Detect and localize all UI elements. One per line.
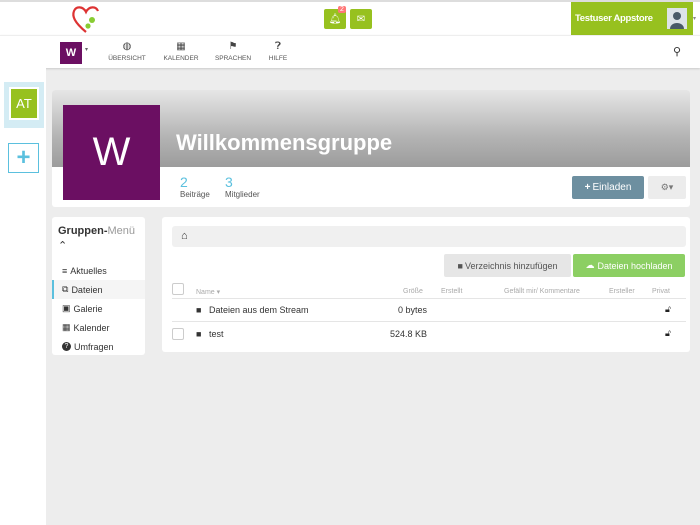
settings-dropdown[interactable]: ⚙▾ xyxy=(648,176,686,199)
upload-label: Dateien hochladen xyxy=(597,260,673,271)
unlock-icon: 🔓︎ xyxy=(665,328,671,338)
nav-label: KALENDER xyxy=(163,55,199,62)
menu-item-umfragen[interactable]: ? Umfragen xyxy=(52,337,145,356)
nav-dashboard[interactable]: ◍ ÜBERSICHT xyxy=(102,41,152,62)
column-likes: Gefällt mir/ Kommentare xyxy=(504,288,580,295)
group-title: Willkommensgruppe xyxy=(176,130,393,155)
menu-label: Aktuelles xyxy=(70,265,107,276)
column-creator: Ersteller xyxy=(609,288,635,295)
breadcrumb: ⌂ xyxy=(172,226,686,247)
calendar-icon: ▦ xyxy=(176,41,186,52)
menu-item-galerie[interactable]: ▣ Galerie xyxy=(52,299,145,318)
column-name[interactable]: Name ▾ xyxy=(196,288,220,296)
nav-label: HILFE xyxy=(268,55,288,62)
folder-icon: ■ xyxy=(196,305,202,315)
folder-icon: ■ xyxy=(457,260,463,271)
posts-count[interactable]: 2 xyxy=(180,174,188,190)
help-icon: ❓︎ xyxy=(274,41,281,52)
posts-label: Beiträge xyxy=(180,190,210,199)
file-size: 0 bytes xyxy=(397,305,427,315)
search-icon[interactable]: ⚲ xyxy=(673,45,681,58)
nav-label: ÜBERSICHT xyxy=(108,55,146,62)
space-avatar: AT xyxy=(9,87,39,120)
file-name[interactable]: Dateien aus dem Stream xyxy=(209,305,309,315)
select-all-checkbox[interactable] xyxy=(172,283,184,295)
invite-button[interactable]: + Einladen xyxy=(572,176,644,199)
image-icon: ▣ xyxy=(62,303,71,313)
question-icon: ? xyxy=(62,342,71,351)
home-icon[interactable]: ⌂ xyxy=(181,230,188,242)
add-space-button[interactable]: + xyxy=(8,143,39,173)
menu-label: Dateien xyxy=(71,284,103,295)
menu-title: Gruppen-Menü xyxy=(58,225,136,237)
main-nav: W ▾ ◍ ÜBERSICHT ▦ KALENDER ⚑ SPRACHEN ❓︎ HIL… xyxy=(0,35,700,68)
menu-item-dateien[interactable]: ⧉ Dateien xyxy=(52,280,145,299)
file-name[interactable]: test xyxy=(209,329,224,339)
top-bar: 🔔︎ 2 ✉ Testuser Appstore ▾ xyxy=(0,0,700,35)
flag-icon: ⚑ xyxy=(228,41,238,52)
collapse-icon[interactable]: ⌃ xyxy=(58,239,67,252)
members-count[interactable]: 3 xyxy=(225,174,233,190)
menu-label: Galerie xyxy=(73,303,103,314)
logo-icon[interactable] xyxy=(70,4,102,34)
nav-calendar[interactable]: ▦ KALENDER xyxy=(156,41,206,62)
dashboard-icon: ◍ xyxy=(122,41,132,52)
upload-files-button[interactable]: ☁ Dateien hochladen xyxy=(573,254,685,277)
avatar xyxy=(667,8,687,29)
row-checkbox[interactable] xyxy=(172,328,184,340)
menu-item-kalender[interactable]: ▦ Kalender xyxy=(52,318,145,337)
members-label: Mitglieder xyxy=(225,190,260,199)
column-created: Erstellt xyxy=(441,288,463,295)
user-menu[interactable]: Testuser Appstore xyxy=(571,2,693,35)
files-icon: ⧉ xyxy=(62,284,69,294)
envelope-icon: ✉ xyxy=(356,13,366,25)
menu-label: Kalender xyxy=(73,322,110,333)
table-row[interactable]: ■ test 524.8 KB 🔓︎ xyxy=(172,323,686,346)
table-row[interactable]: ■ Dateien aus dem Stream 0 bytes 🔓︎ xyxy=(172,299,686,322)
add-directory-button[interactable]: ■ Verzeichnis hinzufügen xyxy=(444,254,571,277)
bell-icon: 🔔︎ xyxy=(328,13,342,25)
calendar-icon: ▦ xyxy=(62,322,71,332)
menu-item-aktuelles[interactable]: ≡ Aktuelles xyxy=(52,261,145,280)
user-name: Testuser Appstore xyxy=(575,13,653,24)
add-directory-label: Verzeichnis hinzufügen xyxy=(464,260,558,271)
file-size: 524.8 KB xyxy=(389,329,427,339)
space-item-active[interactable]: AT xyxy=(4,82,44,128)
nav-label: SPRACHEN xyxy=(214,55,252,62)
nav-help[interactable]: ❓︎ HILFE xyxy=(253,41,303,62)
menu-label: Umfragen xyxy=(74,341,114,352)
list-icon: ≡ xyxy=(62,265,68,276)
space-chooser[interactable]: W xyxy=(60,42,82,64)
group-avatar: W xyxy=(63,105,160,200)
unlock-icon: 🔓︎ xyxy=(665,304,671,314)
invite-label: Einladen xyxy=(592,182,632,193)
column-private: Privat xyxy=(652,288,670,295)
caret-down-icon: ▾ xyxy=(85,47,89,53)
notification-badge: 2 xyxy=(338,6,346,13)
messages-button[interactable]: ✉ xyxy=(350,9,372,29)
folder-icon: ■ xyxy=(196,329,202,339)
nav-languages[interactable]: ⚑ SPRACHEN xyxy=(208,41,258,62)
cloud-upload-icon: ☁ xyxy=(585,260,595,270)
caret-down-icon: ▾ xyxy=(693,16,697,22)
plus-icon: + xyxy=(584,182,591,193)
column-size: Größe xyxy=(403,288,423,295)
space-sidebar xyxy=(0,68,46,525)
